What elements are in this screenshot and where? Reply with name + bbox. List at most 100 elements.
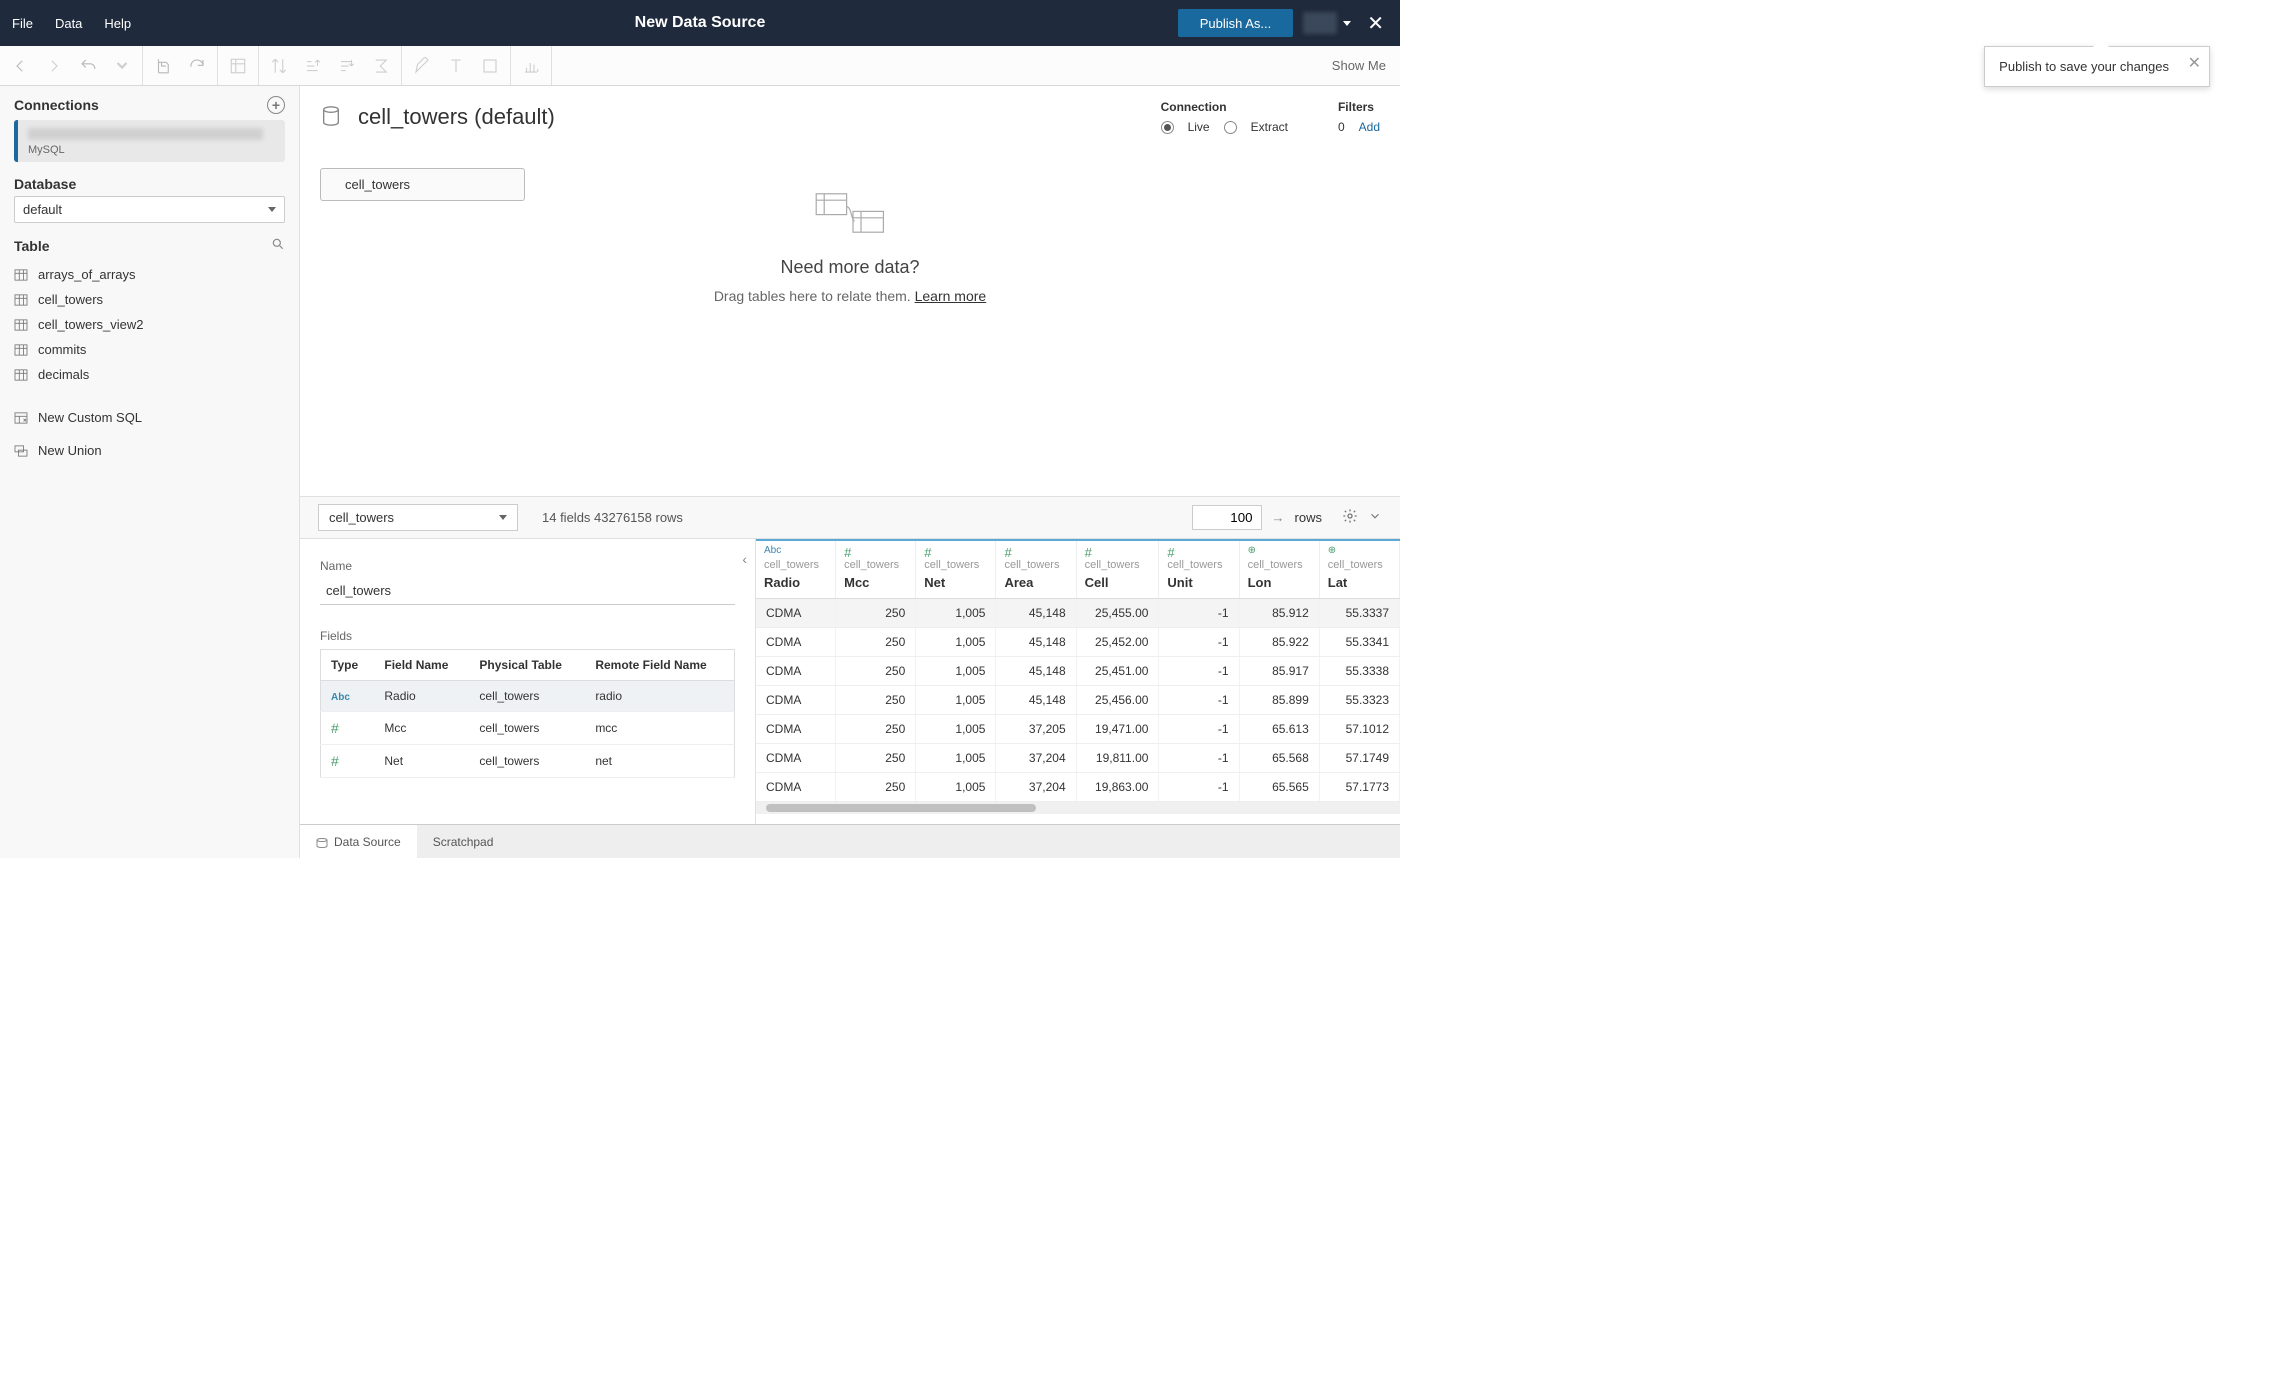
- filters-count: 0: [1338, 120, 1345, 134]
- horizontal-scrollbar[interactable]: [756, 802, 1400, 814]
- learn-more-link[interactable]: Learn more: [915, 288, 987, 304]
- chart-icon[interactable]: [521, 56, 541, 76]
- database-select[interactable]: default: [14, 196, 285, 223]
- refresh-icon[interactable]: [187, 56, 207, 76]
- table-item-label: cell_towers_view2: [38, 317, 144, 332]
- save-icon[interactable]: [153, 56, 173, 76]
- grid-settings-icon[interactable]: [1342, 508, 1358, 527]
- text-icon[interactable]: [446, 56, 466, 76]
- rows-arrow-icon[interactable]: →: [1272, 510, 1285, 525]
- tab-data-source[interactable]: Data Source: [300, 825, 417, 858]
- connection-item[interactable]: MySQL: [14, 120, 285, 162]
- table-item-label: decimals: [38, 367, 89, 382]
- table-item[interactable]: decimals: [8, 362, 291, 387]
- data-column-header[interactable]: ⊕cell_towersLon: [1239, 541, 1319, 599]
- table-item[interactable]: cell_towers: [8, 287, 291, 312]
- new-worksheet-icon[interactable]: [228, 56, 248, 76]
- bottom-tabs: Data Source Scratchpad: [300, 824, 1400, 858]
- menu-data[interactable]: Data: [55, 16, 82, 31]
- toolbar: Show Me: [0, 46, 1400, 86]
- canvas-guide-text: Drag tables here to relate them.: [714, 288, 915, 304]
- sort-asc-icon[interactable]: [303, 56, 323, 76]
- forward-icon[interactable]: [44, 56, 64, 76]
- sidebar: Connections + MySQL Database default Tab…: [0, 86, 300, 858]
- data-row[interactable]: CDMA2501,00537,20419,811.00-165.56857.17…: [756, 744, 1400, 773]
- highlight-icon[interactable]: [412, 56, 432, 76]
- table-search-icon[interactable]: [271, 237, 285, 254]
- data-row[interactable]: CDMA2501,00537,20419,863.00-165.56557.17…: [756, 773, 1400, 802]
- data-column-header[interactable]: #cell_towersCell: [1076, 541, 1159, 599]
- undo-dropdown-icon[interactable]: [112, 56, 132, 76]
- database-label: Database: [14, 176, 76, 192]
- rows-input[interactable]: [1192, 505, 1262, 530]
- add-connection-icon[interactable]: +: [267, 96, 285, 114]
- data-row[interactable]: CDMA2501,00545,14825,456.00-185.89955.33…: [756, 686, 1400, 715]
- filters-add-link[interactable]: Add: [1359, 120, 1380, 134]
- fields-th-name[interactable]: Field Name: [374, 650, 469, 681]
- connection-live-radio[interactable]: [1161, 121, 1174, 134]
- fields-th-type[interactable]: Type: [321, 650, 375, 681]
- data-preview[interactable]: Abccell_towersRadio#cell_towersMcc#cell_…: [756, 539, 1400, 824]
- data-table: Abccell_towersRadio#cell_towersMcc#cell_…: [756, 541, 1400, 802]
- tab-scratchpad-label: Scratchpad: [433, 835, 494, 849]
- table-icon: [14, 344, 28, 356]
- connection-live-label: Live: [1188, 120, 1210, 134]
- data-source-tab-icon: [316, 837, 328, 847]
- table-item-label: arrays_of_arrays: [38, 267, 136, 282]
- datasource-title[interactable]: cell_towers (default): [358, 104, 555, 130]
- fields-row[interactable]: AbcRadiocell_towersradio: [321, 681, 735, 712]
- tooltip-close-icon[interactable]: ✕: [2188, 53, 2201, 73]
- tab-scratchpad[interactable]: Scratchpad: [417, 825, 510, 858]
- undo-icon[interactable]: [78, 56, 98, 76]
- connection-label: Connection: [1161, 100, 1288, 114]
- meta-fields-label: Fields: [320, 629, 735, 643]
- close-icon[interactable]: ✕: [1361, 11, 1390, 36]
- data-row[interactable]: CDMA2501,00537,20519,471.00-165.61357.10…: [756, 715, 1400, 744]
- data-row[interactable]: CDMA2501,00545,14825,451.00-185.91755.33…: [756, 657, 1400, 686]
- table-item[interactable]: cell_towers_view2: [8, 312, 291, 337]
- table-item[interactable]: commits: [8, 337, 291, 362]
- fields-th-phys[interactable]: Physical Table: [469, 650, 585, 681]
- data-column-header[interactable]: #cell_towersArea: [996, 541, 1076, 599]
- collapse-metadata-icon[interactable]: ‹: [742, 551, 747, 567]
- union-icon: [14, 445, 28, 457]
- menu-help[interactable]: Help: [104, 16, 131, 31]
- relate-tables-icon: [714, 188, 986, 241]
- publish-as-button[interactable]: Publish As...: [1178, 9, 1294, 37]
- data-column-header[interactable]: Abccell_towersRadio: [756, 541, 836, 599]
- grid-table-select[interactable]: cell_towers: [318, 504, 518, 531]
- table-item-label: commits: [38, 342, 86, 357]
- fields-row[interactable]: #Netcell_towersnet: [321, 745, 735, 778]
- totals-icon[interactable]: [371, 56, 391, 76]
- connection-extract-radio[interactable]: [1224, 121, 1237, 134]
- user-menu-caret-icon[interactable]: [1343, 21, 1351, 26]
- canvas-drop-area[interactable]: cell_towers Need more data? Drag tables …: [300, 148, 1400, 496]
- table-label: Table: [14, 238, 50, 254]
- data-row[interactable]: CDMA2501,00545,14825,452.00-185.92255.33…: [756, 628, 1400, 657]
- data-column-header[interactable]: #cell_towersNet: [916, 541, 996, 599]
- data-column-header[interactable]: ⊕cell_towersLat: [1319, 541, 1399, 599]
- user-avatar[interactable]: [1303, 12, 1337, 34]
- fields-row[interactable]: #Mcccell_towersmcc: [321, 712, 735, 745]
- meta-name-value[interactable]: cell_towers: [320, 579, 735, 605]
- new-union[interactable]: New Union: [8, 438, 291, 463]
- new-custom-sql[interactable]: New Custom SQL: [8, 405, 291, 430]
- back-icon[interactable]: [10, 56, 30, 76]
- table-item[interactable]: arrays_of_arrays: [8, 262, 291, 287]
- menu-file[interactable]: File: [12, 16, 33, 31]
- fields-th-remote[interactable]: Remote Field Name: [585, 650, 734, 681]
- show-me-button[interactable]: Show Me: [1318, 58, 1400, 73]
- metadata-pane: ‹ Name cell_towers Fields Type Field Nam…: [300, 539, 756, 824]
- data-row[interactable]: CDMA2501,00545,14825,455.00-185.91255.33…: [756, 599, 1400, 628]
- data-column-header[interactable]: #cell_towersUnit: [1159, 541, 1239, 599]
- fit-icon[interactable]: [480, 56, 500, 76]
- connections-label: Connections: [14, 97, 99, 113]
- sort-desc-icon[interactable]: [337, 56, 357, 76]
- swap-icon[interactable]: [269, 56, 289, 76]
- grid-expand-icon[interactable]: [1368, 509, 1382, 526]
- table-icon: [14, 269, 28, 281]
- canvas-table-pill[interactable]: cell_towers: [320, 168, 525, 201]
- data-column-header[interactable]: #cell_towersMcc: [836, 541, 916, 599]
- datasource-icon: [320, 105, 342, 130]
- sql-icon: [14, 412, 28, 424]
